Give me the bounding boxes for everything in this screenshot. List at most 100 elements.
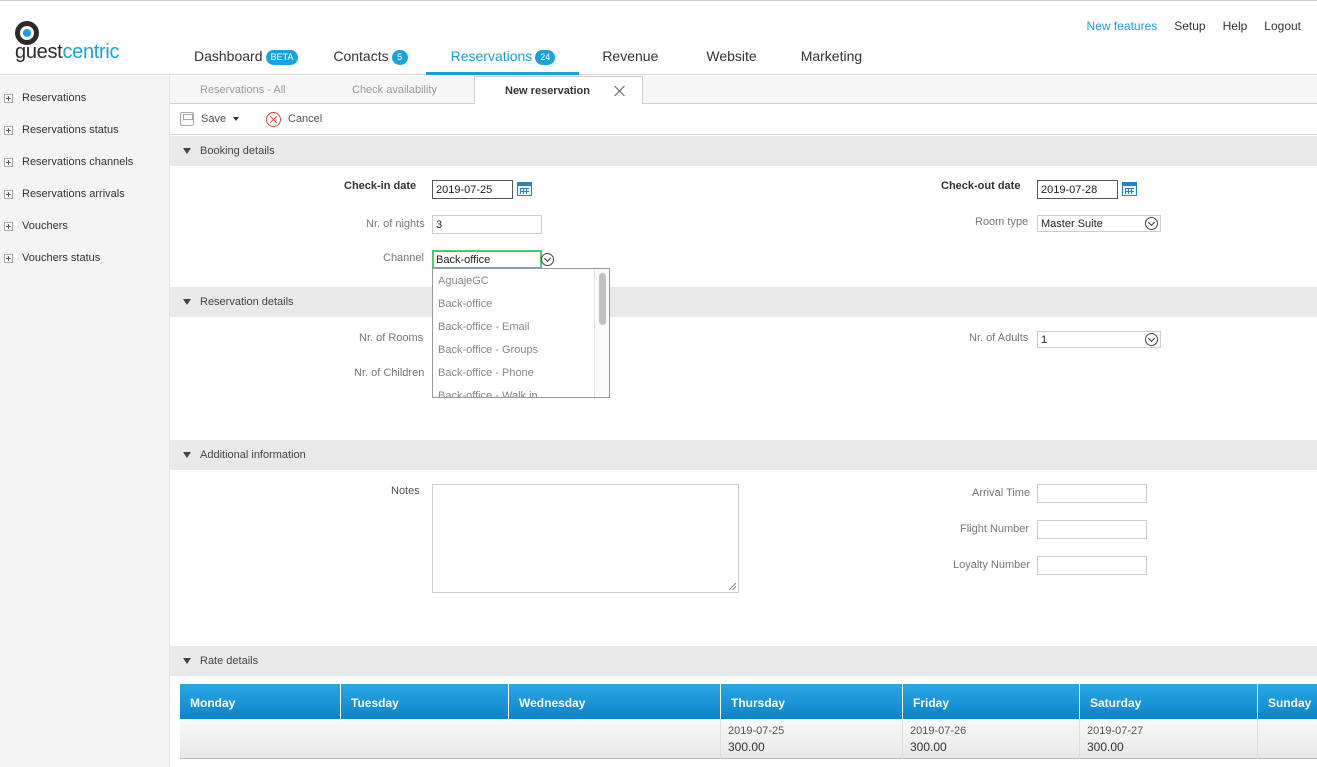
subtab-reservations-all[interactable]: Reservations - All <box>200 76 286 104</box>
cancel-button[interactable]: Cancel <box>266 104 322 134</box>
sidebar-item-reservations[interactable]: Reservations <box>0 88 86 108</box>
chevron-down-icon[interactable] <box>541 253 554 266</box>
section-additional-information[interactable]: Additional information <box>170 440 1317 470</box>
rate-price: 300.00 <box>1087 740 1124 754</box>
subtab-new-reservation[interactable]: New reservation <box>474 76 643 105</box>
channel-input[interactable] <box>432 250 542 269</box>
collapse-triangle-icon <box>183 148 191 154</box>
children-label: Nr. of Children <box>354 367 425 379</box>
room-type-select[interactable]: Master Suite <box>1037 215 1161 232</box>
section-rate-details[interactable]: Rate details <box>170 646 1317 676</box>
nav-tab-dashboard[interactable]: Dashboard BETA <box>176 46 316 75</box>
rate-cell[interactable]: 2019-07-26 300.00 <box>903 719 1080 759</box>
expand-plus-icon[interactable] <box>4 253 13 263</box>
nights-input[interactable] <box>432 215 542 234</box>
utility-nav: New features Setup Help Logout <box>1087 19 1301 33</box>
adults-label: Nr. of Adults <box>969 332 1029 344</box>
nav-tab-revenue[interactable]: Revenue <box>579 46 686 75</box>
chevron-down-icon[interactable] <box>1145 333 1158 346</box>
dropdown-scrollbar[interactable] <box>594 269 609 397</box>
adults-select[interactable]: 1 <box>1037 331 1161 348</box>
section-title: Booking details <box>200 145 275 157</box>
arrival-time-label: Arrival Time <box>972 487 1031 499</box>
rate-cell[interactable]: 2019-07-25 300.00 <box>721 719 903 759</box>
expand-plus-icon[interactable] <box>4 189 13 199</box>
expand-plus-icon[interactable] <box>4 157 13 167</box>
arrival-time-input[interactable] <box>1037 484 1147 503</box>
calendar-icon[interactable] <box>517 182 532 196</box>
nav-tab-reservations[interactable]: Reservations 24 <box>425 46 580 75</box>
collapse-triangle-icon <box>183 452 191 458</box>
expand-plus-icon[interactable] <box>4 221 13 231</box>
section-booking-details[interactable]: Booking details <box>170 136 1317 166</box>
rate-price: 300.00 <box>728 740 765 754</box>
sidebar-item-reservations-channels[interactable]: Reservations channels <box>0 152 133 172</box>
nights-label: Nr. of nights <box>366 218 425 230</box>
rate-date: 2019-07-26 <box>910 725 967 737</box>
collapse-triangle-icon <box>183 658 191 664</box>
sidebar-item-reservations-status[interactable]: Reservations status <box>0 120 119 140</box>
nav-tab-contacts[interactable]: Contacts 5 <box>316 46 425 75</box>
sidebar-item-label: Reservations status <box>22 124 119 136</box>
setup-link[interactable]: Setup <box>1174 19 1205 33</box>
rate-date: 2019-07-27 <box>1087 725 1144 737</box>
checkin-date-input[interactable] <box>432 180 513 199</box>
rate-table-row: 2019-07-25 300.00 2019-07-26 300.00 2019… <box>180 719 1317 759</box>
dropdown-option[interactable]: Back-office - Phone <box>433 362 595 385</box>
expand-plus-icon[interactable] <box>4 93 13 103</box>
rate-cell[interactable]: 2019-07-27 300.00 <box>1080 719 1258 759</box>
dropdown-option[interactable]: Back-office - Email <box>433 316 595 339</box>
flight-number-label: Flight Number <box>960 523 1030 535</box>
dropdown-option[interactable]: Back-office <box>433 293 595 316</box>
day-header: Sunday <box>1268 696 1312 710</box>
day-header: Monday <box>180 684 341 719</box>
rate-cell <box>509 719 721 759</box>
section-title: Rate details <box>200 655 259 667</box>
dropdown-option[interactable]: AguajeGC <box>433 270 595 293</box>
subtabs-bar: Reservations - All Check availability Ne… <box>170 76 1317 105</box>
sidebar-item-reservations-arrivals[interactable]: Reservations arrivals <box>0 184 125 204</box>
day-header: Saturday <box>1080 684 1258 719</box>
resize-handle-icon[interactable] <box>729 583 736 590</box>
dropdown-option[interactable]: Back-office - Groups <box>433 339 595 362</box>
day-header: Friday <box>903 684 1080 719</box>
sidebar-item-vouchers[interactable]: Vouchers <box>0 216 68 236</box>
scrollbar-thumb[interactable] <box>599 273 606 325</box>
help-link[interactable]: Help <box>1223 19 1248 33</box>
sidebar-item-label: Reservations channels <box>22 156 134 168</box>
save-button[interactable]: Save <box>180 104 240 134</box>
expand-plus-icon[interactable] <box>4 125 13 135</box>
sidebar-item-label: Vouchers <box>22 220 68 232</box>
sidebar-item-label: Reservations arrivals <box>22 188 125 200</box>
section-reservation-details[interactable]: Reservation details <box>170 287 1317 317</box>
notes-textarea[interactable] <box>432 484 739 593</box>
rooms-label: Nr. of Rooms <box>359 332 424 344</box>
toolbar: Save Cancel <box>170 104 1317 135</box>
sidebar-item-vouchers-status[interactable]: Vouchers status <box>0 248 100 268</box>
rate-price: 300.00 <box>910 740 947 754</box>
checkout-label: Check-out date <box>941 180 1021 192</box>
section-title: Additional information <box>200 449 306 461</box>
logo-text: guestcentric <box>15 41 120 63</box>
subtab-check-availability[interactable]: Check availability <box>352 76 437 104</box>
nav-tab-website[interactable]: Website <box>686 46 778 75</box>
flight-number-input[interactable] <box>1037 520 1147 539</box>
channel-dropdown-list: AguajeGC Back-office Back-office - Email… <box>432 268 610 398</box>
room-type-label: Room type <box>975 216 1029 228</box>
caret-down-icon[interactable] <box>233 117 240 121</box>
sidebar-item-label: Vouchers status <box>22 252 101 264</box>
nav-tab-marketing[interactable]: Marketing <box>779 46 880 75</box>
new-features-link[interactable]: New features <box>1087 19 1158 33</box>
contacts-count-badge: 5 <box>391 50 408 65</box>
chevron-down-icon[interactable] <box>1145 217 1158 230</box>
day-header: Thursday <box>721 684 903 719</box>
channel-label: Channel <box>383 252 424 264</box>
collapse-triangle-icon <box>183 299 191 305</box>
logout-link[interactable]: Logout <box>1264 19 1301 33</box>
checkout-date-input[interactable] <box>1037 180 1118 199</box>
dropdown-option[interactable]: Back-office - Walk in <box>433 385 595 397</box>
calendar-icon[interactable] <box>1122 182 1137 196</box>
loyalty-number-input[interactable] <box>1037 556 1147 575</box>
close-icon[interactable] <box>614 85 626 97</box>
reservations-count-badge: 24 <box>535 50 556 65</box>
